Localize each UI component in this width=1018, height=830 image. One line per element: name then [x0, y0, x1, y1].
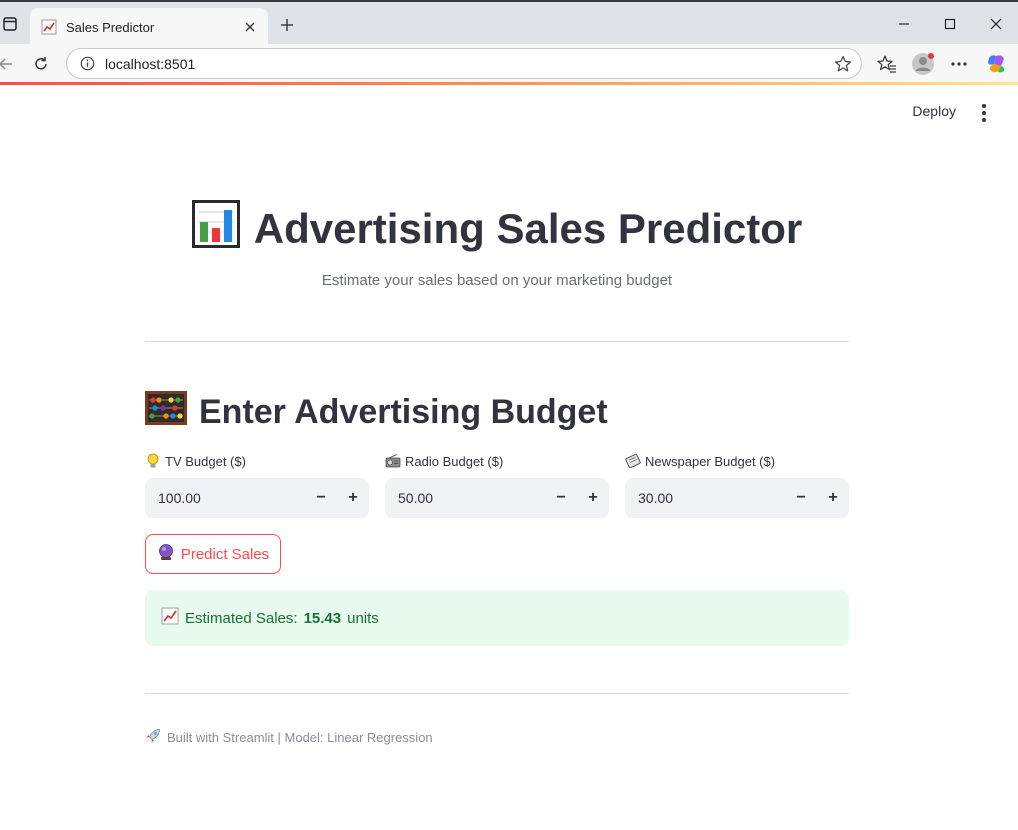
radio-budget-increment-button[interactable]: + — [577, 478, 609, 518]
minimize-button[interactable] — [892, 12, 916, 36]
main-menu-icon[interactable] — [976, 103, 992, 123]
tv-budget-increment-button[interactable]: + — [337, 478, 369, 518]
tab-title: Sales Predictor — [66, 19, 155, 35]
tv-budget-input[interactable]: 100.00 − + — [145, 478, 369, 518]
address-bar[interactable]: localhost:8501 — [66, 48, 862, 79]
back-button[interactable] — [0, 52, 18, 76]
result-value: 15.43 — [303, 609, 342, 627]
copilot-icon[interactable] — [983, 51, 1009, 77]
page-subtitle: Estimate your sales based on your market… — [321, 272, 673, 289]
minimize-icon — [899, 23, 909, 25]
predict-sales-button[interactable]: Predict Sales — [145, 534, 281, 574]
tv-budget-decrement-button[interactable]: − — [305, 478, 337, 518]
star-icon[interactable] — [833, 54, 853, 74]
radio-budget-value[interactable]: 50.00 — [398, 490, 545, 506]
footer-text: Built with Streamlit | Model: Linear Reg… — [167, 730, 433, 745]
radio-budget-decrement-button[interactable]: − — [545, 478, 577, 518]
close-icon[interactable] — [242, 19, 258, 35]
newspaper-budget-decrement-button[interactable]: − — [785, 478, 817, 518]
footer: Built with Streamlit | Model: Linear Reg… — [145, 728, 433, 747]
newspaper-budget-increment-button[interactable]: + — [817, 478, 849, 518]
radio-budget-input[interactable]: 50.00 − + — [385, 478, 609, 518]
tv-budget-label-text: TV Budget ($) — [165, 453, 246, 469]
section-title: Enter Advertising Budget — [145, 391, 608, 434]
close-window-button[interactable] — [984, 12, 1008, 36]
newspaper-icon — [625, 453, 641, 469]
crystal-ball-icon — [157, 543, 175, 565]
close-window-icon — [990, 18, 1002, 30]
maximize-icon — [944, 18, 956, 30]
result-alert: Estimated Sales: 15.43 units — [145, 590, 849, 646]
refresh-button[interactable] — [29, 52, 53, 76]
deploy-button[interactable]: Deploy — [912, 103, 956, 119]
tv-budget-field: TV Budget ($) 100.00 − + — [145, 451, 369, 518]
tv-budget-label: TV Budget ($) — [145, 451, 369, 471]
bar-chart-icon — [191, 200, 240, 258]
chart-increasing-icon — [161, 607, 179, 629]
newspaper-budget-input[interactable]: 30.00 − + — [625, 478, 849, 518]
more-icon[interactable] — [946, 51, 972, 77]
maximize-button[interactable] — [938, 12, 962, 36]
tv-budget-value[interactable]: 100.00 — [158, 490, 305, 506]
radio-budget-field: Radio Budget ($) 50.00 − + — [385, 451, 609, 518]
app-container: Deploy Advertising Sales Predictor Estim… — [0, 85, 1018, 830]
address-url: localhost:8501 — [105, 55, 196, 72]
info-icon[interactable] — [79, 56, 95, 72]
result-suffix: units — [347, 609, 379, 627]
browser-tab-strip: Sales Predictor — [0, 0, 1018, 46]
radio-icon — [385, 453, 401, 469]
divider — [145, 693, 849, 694]
page-title: Advertising Sales Predictor — [145, 200, 849, 258]
light-bulb-icon — [145, 453, 161, 469]
predict-sales-label: Predict Sales — [180, 545, 270, 563]
newspaper-budget-label: Newspaper Budget ($) — [625, 451, 849, 471]
radio-budget-label-text: Radio Budget ($) — [405, 453, 504, 469]
refresh-icon — [35, 57, 47, 70]
rocket-icon — [145, 728, 161, 747]
page-title-text: Advertising Sales Predictor — [253, 205, 803, 252]
new-tab-button[interactable] — [276, 14, 298, 36]
result-prefix: Estimated Sales: — [185, 609, 298, 627]
abacus-icon — [145, 391, 187, 434]
newspaper-budget-value[interactable]: 30.00 — [638, 490, 785, 506]
browser-tab-active[interactable]: Sales Predictor — [30, 8, 268, 46]
favorites-icon[interactable] — [874, 51, 900, 77]
section-title-text: Enter Advertising Budget — [199, 393, 608, 431]
chart-increasing-icon — [40, 18, 58, 36]
radio-budget-label: Radio Budget ($) — [385, 451, 609, 471]
browser-toolbar: localhost:8501 — [0, 44, 1018, 82]
profile-icon[interactable] — [910, 51, 936, 77]
divider — [145, 341, 849, 342]
tab-actions-icon[interactable] — [0, 12, 20, 36]
plus-icon — [281, 19, 293, 31]
newspaper-budget-field: Newspaper Budget ($) 30.00 − + — [625, 451, 849, 518]
back-arrow-icon — [0, 58, 12, 70]
newspaper-budget-label-text: Newspaper Budget ($) — [645, 453, 776, 469]
